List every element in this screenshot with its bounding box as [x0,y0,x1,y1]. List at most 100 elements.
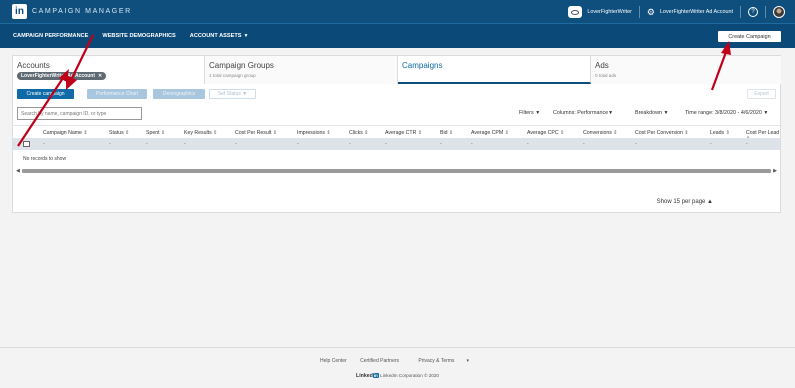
sort-icon: ⇕ [123,130,130,136]
app-title: CAMPAIGN MANAGER [32,8,132,15]
table-cell: - [527,141,529,147]
column-header[interactable]: Clicks ⇕ [349,130,369,136]
table-cell: - [583,141,585,147]
tab-subtitle: 0 total ads [595,73,617,78]
sort-icon: ⇕ [503,130,509,136]
table-cell: - [440,141,442,147]
filters-dropdown[interactable]: Filters ▼ [519,110,540,116]
scroll-left-icon[interactable]: ◀ [16,168,20,174]
tab-title: Ads [595,61,609,70]
column-header[interactable]: Average CTR ⇕ [385,130,422,136]
table-cell: - [471,141,473,147]
table-cell: - [235,141,237,147]
page-size-label: Show 15 per page [656,199,706,205]
column-header-label: Campaign Name [43,130,82,136]
entity-tabs: Accounts LoverFighterWriter Ad Account ✕ … [13,56,781,84]
breakdown-dropdown[interactable]: Breakdown ▼ [635,110,668,116]
footer-link-certified-partners[interactable]: Certified Partners [360,358,399,364]
footer-link-privacy-label: Privacy & Terms [418,358,455,364]
column-header[interactable]: Average CPM ⇕ [471,130,509,136]
close-icon[interactable]: ✕ [98,73,102,79]
scroll-right-icon[interactable]: ▶ [773,168,777,174]
divider [765,6,766,18]
tab-accounts[interactable]: Accounts LoverFighterWriter Ad Account ✕ [13,56,205,84]
column-header[interactable]: Impressions ⇕ [297,130,331,136]
nav-account-assets-label: ACCOUNT ASSETS [189,33,242,39]
sort-icon: ⇕ [724,130,730,136]
chip-label: LoverFighterWriter Ad Account [21,73,95,79]
set-status-label: Set Status [217,91,241,97]
table-cell: - [146,141,148,147]
performance-chart-button[interactable]: Performance Chart [87,89,147,99]
column-header[interactable]: Key Results ⇕ [184,130,217,136]
columns-dropdown[interactable]: Columns: Performance▼ [553,110,613,116]
demographics-button[interactable]: Demographics [153,89,205,99]
wordmark-in: in [372,373,379,378]
column-header-label: Key Results [184,130,212,136]
tab-title: Accounts [17,61,50,70]
nav-website-demographics[interactable]: WEBSITE DEMOGRAPHICS [102,33,175,39]
export-button[interactable]: Export [747,89,776,99]
search-input[interactable]: Search by name, campaign ID, or type [17,107,142,120]
column-header-label: Average CPC [527,130,559,136]
column-header[interactable]: Status ⇕ [109,130,130,136]
scrollbar-thumb[interactable] [22,169,771,173]
nav-account-assets[interactable]: ACCOUNT ASSETS ▼ [190,33,249,39]
column-header[interactable]: Campaign Name ⇕ [43,130,88,136]
avatar[interactable] [773,6,785,18]
footer-copyright: Linkedin LinkedIn Corporation © 2020 [0,373,795,379]
column-header[interactable]: Bid ⇕ [440,130,453,136]
chevron-down-icon: ▾ [466,358,469,364]
column-header[interactable]: Spent ⇕ [146,130,165,136]
linkedin-logo[interactable]: in [12,4,27,19]
table-header: Campaign Name ⇕ Status ⇕ Spent ⇕ Key Result… [13,125,780,142]
sort-icon: ⇕ [558,130,565,136]
column-header[interactable]: Leads ⇕ [710,130,730,136]
breakdown-label: Breakdown [635,110,662,116]
copyright-text: LinkedIn Corporation © 2020 [380,373,439,378]
time-range-dropdown[interactable]: Time range: 3/8/2020 - 4/6/2020 ▼ [685,110,768,116]
column-header[interactable]: Average CPC ⇕ [527,130,564,136]
create-campaign-top-button[interactable]: Create Campaign [718,31,781,42]
column-header[interactable]: Conversions ⇕ [583,130,618,136]
nav-campaign-performance[interactable]: CAMPAIGN PERFORMANCE [13,33,88,39]
column-header-label: Average CTR [385,130,417,136]
campaigns-card: Accounts LoverFighterWriter Ad Account ✕ … [12,55,781,213]
columns-label: Columns: [553,110,576,116]
account-filter-chip[interactable]: LoverFighterWriter Ad Account ✕ [17,72,107,80]
set-status-dropdown[interactable]: Set Status ▼ [209,89,256,99]
column-header-label: Cost Per Conversion [635,130,683,136]
account-name[interactable]: LoverFighterWriter [587,9,632,15]
column-header[interactable]: Cost Per Result ⇕ [235,130,277,136]
divider [740,6,741,18]
column-header-label: Average CPM [471,130,504,136]
create-campaign-button[interactable]: Create campaign [17,89,74,99]
table-cell: - [349,141,351,147]
tab-ads[interactable]: Ads 0 total ads [591,56,781,84]
help-icon[interactable]: ? [748,7,758,17]
column-header-label: Cost Per Lead [746,130,780,136]
chevron-down-icon: ▼ [535,110,541,116]
page-size-selector[interactable]: Show 15 per page ▲ [657,199,713,205]
tab-subtitle: 1 total campaign group [209,73,256,78]
column-header-label: Spent [146,130,160,136]
linkedin-wordmark: Linkedin [356,373,379,379]
tab-campaign-groups[interactable]: Campaign Groups 1 total campaign group [205,56,398,84]
sort-icon: ⇕ [362,130,369,136]
column-header-label: Cost Per Result [235,130,272,136]
table-cell: - [746,141,748,147]
ad-account-name[interactable]: LoverFighterWriter Ad Account [660,9,733,15]
tab-campaigns[interactable]: Campaigns [398,56,591,84]
footer-link-help-center[interactable]: Help Center [320,358,347,364]
table-cell: - [109,141,111,147]
column-header[interactable]: Cost Per Conversion ⇕ [635,130,689,136]
table-cell: - [184,141,186,147]
horizontal-scrollbar[interactable]: ◀ ▶ [16,168,777,174]
table-filler-row: --------------- [13,138,780,150]
gear-icon[interactable]: ⚙ [647,7,655,18]
footer-link-privacy[interactable]: Privacy & Terms ▾ [412,358,475,364]
table-cell: - [43,141,45,147]
top-right-controls: LoverFighterWriter ⚙ LoverFighterWriter … [568,0,785,24]
select-all-checkbox[interactable] [23,141,30,147]
sort-icon: ⇕ [682,130,689,136]
